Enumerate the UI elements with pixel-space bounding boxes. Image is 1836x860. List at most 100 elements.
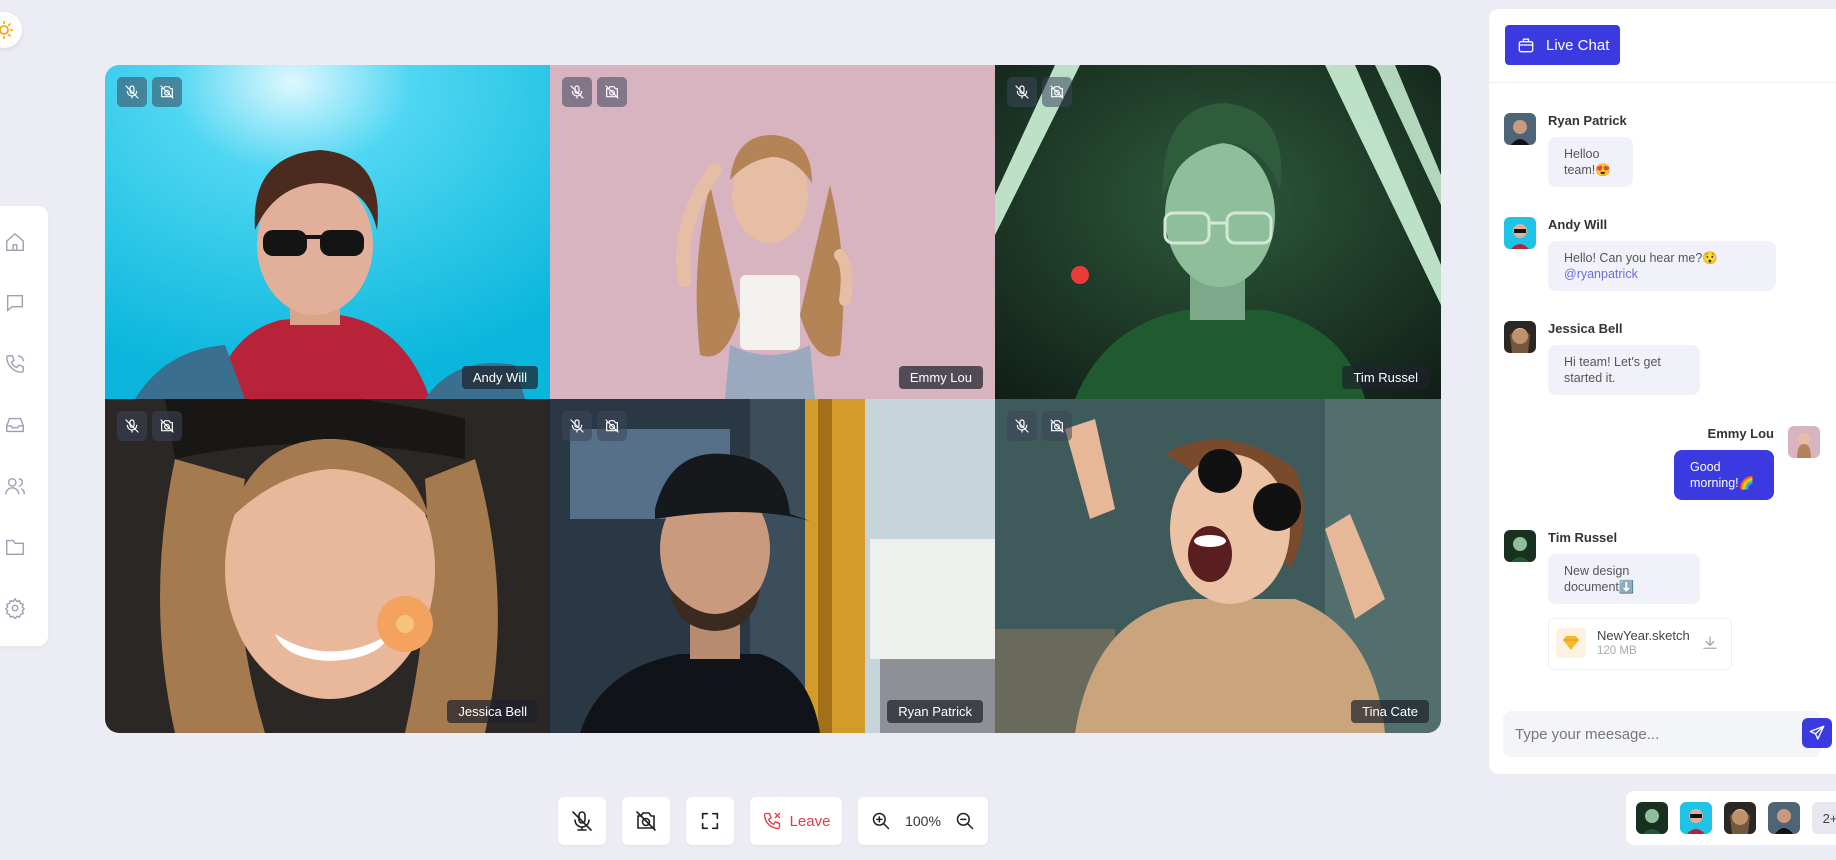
camera-off-icon bbox=[160, 419, 174, 433]
zoom-out-icon bbox=[956, 812, 974, 830]
sketch-file-icon bbox=[1556, 628, 1586, 658]
download-button[interactable] bbox=[1701, 634, 1719, 656]
participant-name-tag: Emmy Lou bbox=[898, 366, 983, 389]
message-bubble: Helloo team!😍 bbox=[1548, 137, 1633, 187]
participant-avatar[interactable] bbox=[1724, 802, 1756, 834]
video-tile[interactable]: Emmy Lou bbox=[550, 65, 995, 399]
participant-name-tag: Ryan Patrick bbox=[887, 700, 983, 723]
sun-icon bbox=[0, 20, 14, 40]
participant-video bbox=[550, 399, 995, 733]
zoom-out-button[interactable] bbox=[955, 811, 975, 831]
participants-strip: 2+ bbox=[1626, 791, 1836, 845]
participant-name-tag: Andy Will bbox=[461, 366, 538, 389]
chat-message-input[interactable] bbox=[1503, 711, 1821, 757]
avatar bbox=[1504, 530, 1536, 562]
file-size: 120 MB bbox=[1597, 645, 1637, 657]
video-tile[interactable]: Ryan Patrick bbox=[550, 399, 995, 733]
avatar bbox=[1504, 217, 1536, 249]
mute-button[interactable] bbox=[558, 797, 606, 845]
message-bubble: New design document⬇️ bbox=[1548, 554, 1700, 604]
sidebar bbox=[0, 206, 48, 646]
leave-button[interactable]: Leave bbox=[750, 797, 842, 845]
sidebar-item-files[interactable] bbox=[0, 532, 30, 562]
tile-mic-toggle[interactable] bbox=[117, 77, 147, 107]
phone-icon bbox=[6, 355, 24, 373]
file-attachment[interactable]: NewYear.sketch 120 MB bbox=[1548, 618, 1732, 670]
camera-off-icon bbox=[605, 85, 619, 99]
folder-icon bbox=[6, 539, 24, 556]
zoom-control: 100% bbox=[858, 797, 988, 845]
participant-avatar[interactable] bbox=[1636, 802, 1668, 834]
inbox-icon bbox=[6, 417, 24, 433]
message-mention[interactable]: @ryanpatrick bbox=[1564, 267, 1638, 281]
settings-icon bbox=[4, 597, 26, 619]
participant-video bbox=[105, 65, 550, 399]
tile-camera-toggle[interactable] bbox=[1042, 77, 1072, 107]
message-bubble: Hi team! Let's get started it. bbox=[1548, 345, 1700, 395]
participant-video bbox=[995, 399, 1441, 733]
message-text: Hello! Can you hear me?😯 bbox=[1564, 251, 1718, 265]
camera-button[interactable] bbox=[622, 797, 670, 845]
participant-avatar[interactable] bbox=[1768, 802, 1800, 834]
video-tile[interactable]: Tim Russel bbox=[995, 65, 1441, 399]
tile-camera-toggle[interactable] bbox=[1042, 411, 1072, 441]
tile-mic-toggle[interactable] bbox=[562, 411, 592, 441]
message-sender: Tim Russel bbox=[1548, 530, 1618, 545]
message-sender: Jessica Bell bbox=[1548, 321, 1623, 336]
live-chat-button[interactable]: Live Chat bbox=[1505, 25, 1620, 65]
mic-off-icon bbox=[570, 419, 584, 433]
video-tile[interactable]: Andy Will bbox=[105, 65, 550, 399]
tile-mic-toggle[interactable] bbox=[1007, 411, 1037, 441]
camera-off-icon bbox=[1050, 419, 1064, 433]
camera-off-icon bbox=[1050, 85, 1064, 99]
chat-message: Tim Russel New design document⬇️ bbox=[1548, 530, 1700, 604]
participant-name-tag: Tina Cate bbox=[1351, 700, 1429, 723]
tile-camera-toggle[interactable] bbox=[597, 77, 627, 107]
participant-avatar[interactable] bbox=[1680, 802, 1712, 834]
sidebar-item-users[interactable] bbox=[0, 471, 30, 501]
chat-icon bbox=[6, 294, 24, 312]
message-sender: Andy Will bbox=[1548, 217, 1608, 232]
participant-name-tag: Tim Russel bbox=[1342, 366, 1429, 389]
zoom-level: 100% bbox=[905, 813, 941, 829]
chat-bag-icon bbox=[1518, 38, 1534, 53]
leave-label: Leave bbox=[789, 812, 831, 830]
participant-name-tag: Jessica Bell bbox=[447, 700, 538, 723]
fullscreen-icon bbox=[701, 812, 719, 830]
fullscreen-button[interactable] bbox=[686, 797, 734, 845]
tile-mic-toggle[interactable] bbox=[1007, 77, 1037, 107]
sidebar-item-chat[interactable] bbox=[0, 288, 30, 318]
theme-toggle-button[interactable] bbox=[0, 12, 22, 48]
mic-off-icon bbox=[125, 419, 139, 433]
live-chat-label: Live Chat bbox=[1546, 36, 1610, 54]
mic-off-icon bbox=[1015, 85, 1029, 99]
avatar bbox=[1788, 426, 1820, 458]
zoom-in-button[interactable] bbox=[871, 811, 891, 831]
chat-message: Andy Will Hello! Can you hear me?😯 @ryan… bbox=[1548, 217, 1776, 291]
tile-camera-toggle[interactable] bbox=[152, 77, 182, 107]
chat-message: Emmy Lou Good morning!🌈 bbox=[1674, 426, 1774, 500]
message-bubble: Good morning!🌈 bbox=[1674, 450, 1774, 500]
tile-mic-toggle[interactable] bbox=[117, 411, 147, 441]
chat-header: Live Chat bbox=[1489, 9, 1836, 83]
sidebar-item-calls[interactable] bbox=[0, 349, 30, 379]
sidebar-item-inbox[interactable] bbox=[0, 410, 30, 440]
sidebar-item-settings[interactable] bbox=[0, 593, 30, 623]
tile-camera-toggle[interactable] bbox=[152, 411, 182, 441]
video-grid: Andy Will Emmy Lou Tim Russel Jessica Be… bbox=[105, 65, 1441, 733]
send-button[interactable] bbox=[1802, 718, 1832, 748]
participant-video bbox=[105, 399, 550, 733]
file-name: NewYear.sketch bbox=[1597, 628, 1690, 643]
tile-camera-toggle[interactable] bbox=[597, 411, 627, 441]
sidebar-item-home[interactable] bbox=[0, 227, 30, 257]
more-participants-badge[interactable]: 2+ bbox=[1812, 802, 1836, 834]
video-tile[interactable]: Jessica Bell bbox=[105, 399, 550, 733]
mic-off-icon bbox=[1015, 419, 1029, 433]
video-tile[interactable]: Tina Cate bbox=[995, 399, 1441, 733]
chat-message: Jessica Bell Hi team! Let's get started … bbox=[1548, 321, 1700, 395]
chat-panel: Live Chat Ryan Patrick Helloo team!😍 And… bbox=[1489, 9, 1836, 774]
chat-message: Ryan Patrick Helloo team!😍 bbox=[1548, 113, 1633, 187]
mic-off-icon bbox=[125, 85, 139, 99]
tile-mic-toggle[interactable] bbox=[562, 77, 592, 107]
send-icon bbox=[1809, 725, 1825, 740]
